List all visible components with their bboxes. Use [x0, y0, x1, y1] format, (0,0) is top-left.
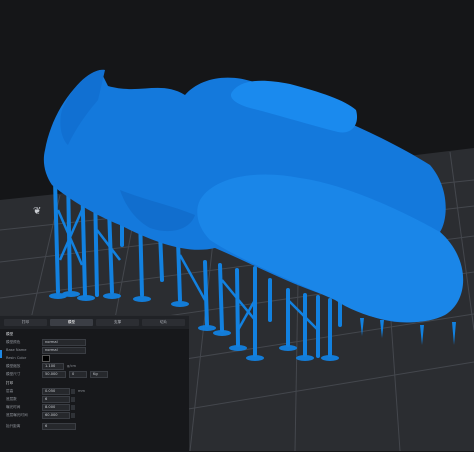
- section-model-title: 模型: [6, 332, 14, 336]
- resin-color-swatch[interactable]: [42, 354, 50, 362]
- layer-height-unit: mm: [78, 389, 86, 393]
- exposure-value[interactable]: 8.000: [42, 403, 70, 411]
- plate-logo: ❦: [33, 206, 41, 217]
- stepper-arrows-icon[interactable]: [71, 396, 75, 402]
- size-label: 模型尺寸: [6, 371, 21, 376]
- bottom-layers-row: 底层数 6: [0, 395, 189, 403]
- scale-row: 模型缩放 1.100 g/cm: [0, 362, 189, 370]
- layer-height-value[interactable]: 0.050: [42, 387, 70, 395]
- size-field-2[interactable]: 0: [69, 370, 87, 378]
- base-name-label: Base Name: [6, 348, 27, 352]
- scale-unit: g/cm: [67, 364, 76, 368]
- panel-tabs: 打印 模型 支撑 切片: [0, 316, 189, 329]
- section-print-title: 打印: [6, 381, 14, 385]
- scale-label: 模型缩放: [6, 363, 21, 368]
- settings-panel: 打印 模型 支撑 切片 模型 模型颜色 normal Base Name nor…: [0, 315, 189, 452]
- exposure-label: 曝光时间: [6, 404, 21, 409]
- bottom-exposure-row: 底层曝光时间 60.000: [0, 411, 189, 419]
- bottom-exposure-stepper[interactable]: 60.000: [42, 411, 75, 419]
- size-field-3[interactable]: Kg: [90, 370, 108, 378]
- stepper-arrows-icon[interactable]: [71, 404, 75, 410]
- size-row: 模型尺寸 50.000 0 Kg: [0, 370, 189, 378]
- bottom-layers-value[interactable]: 6: [42, 395, 70, 403]
- bottom-layers-label: 底层数: [6, 396, 17, 401]
- model-color-row: 模型颜色 normal: [0, 338, 189, 346]
- bottom-exposure-label: 底层曝光时间: [6, 412, 28, 417]
- model-color-label: 模型颜色: [6, 339, 21, 344]
- stepper-arrows-icon[interactable]: [71, 388, 75, 394]
- tab-print[interactable]: 打印: [4, 319, 47, 326]
- layer-height-label: 层高: [6, 388, 14, 393]
- lift-distance-label: 抬升距离: [6, 423, 21, 428]
- layer-height-stepper[interactable]: 0.050: [42, 387, 75, 395]
- size-field-1[interactable]: 50.000: [42, 370, 66, 378]
- lift-distance-row: 抬升距离 6: [0, 422, 189, 430]
- base-name-row: Base Name normal: [0, 346, 189, 354]
- tab-slice[interactable]: 切片: [142, 319, 185, 326]
- bottom-layers-stepper[interactable]: 6: [42, 395, 75, 403]
- resin-color-label: Resin Color: [6, 356, 27, 360]
- scale-field[interactable]: 1.100: [42, 362, 64, 370]
- tab-model[interactable]: 模型: [50, 319, 93, 326]
- lift-distance-dropdown[interactable]: 6: [42, 422, 76, 430]
- exposure-stepper[interactable]: 8.000: [42, 403, 75, 411]
- base-name-field[interactable]: normal: [42, 346, 86, 354]
- exposure-row: 曝光时间 8.000: [0, 403, 189, 411]
- resin-color-row: Resin Color: [0, 354, 189, 362]
- layer-height-row: 层高 0.050 mm: [0, 387, 189, 395]
- model-color-field[interactable]: normal: [42, 338, 86, 346]
- tab-support[interactable]: 支撑: [96, 319, 139, 326]
- selection-indicator: [0, 350, 2, 358]
- bottom-exposure-value[interactable]: 60.000: [42, 411, 70, 419]
- stepper-arrows-icon[interactable]: [71, 412, 75, 418]
